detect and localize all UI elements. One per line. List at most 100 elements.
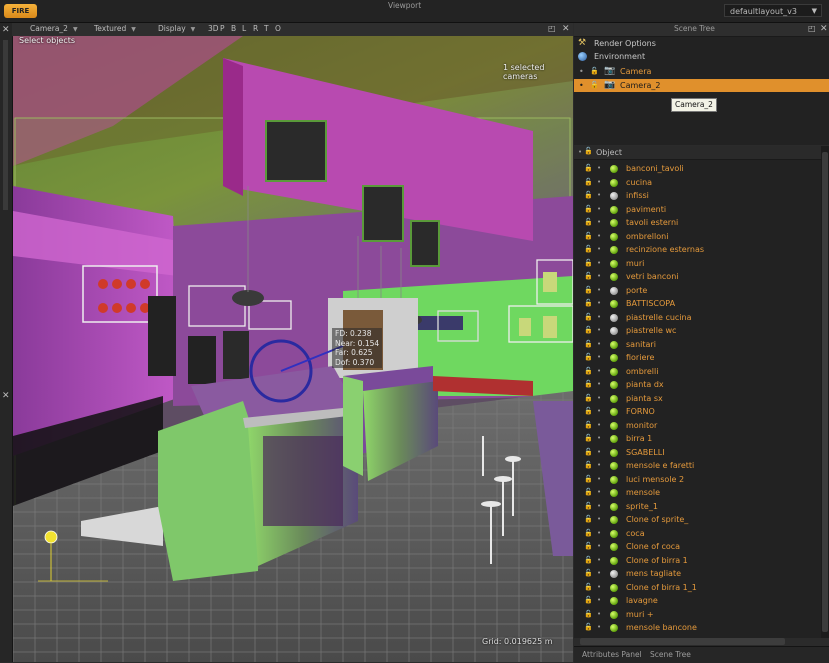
lock-icon[interactable]: 🔓 <box>584 162 593 176</box>
object-row[interactable]: 🔓 • lavagne <box>574 594 821 608</box>
lock-icon[interactable]: 🔓 <box>584 270 593 284</box>
tree-item-camera-2[interactable]: • 🔓 📷 Camera_2 <box>574 79 829 92</box>
object-row[interactable]: 🔓 • FORNO <box>574 405 821 419</box>
lock-icon[interactable]: 🔓 <box>584 243 593 257</box>
object-row[interactable]: 🔓 • mensole e faretti <box>574 459 821 473</box>
fire-render-button[interactable]: FIRE <box>4 4 37 18</box>
lock-icon[interactable]: 🔓 <box>584 540 593 554</box>
tree-item-camera[interactable]: • 🔓 📷 Camera <box>574 65 829 78</box>
lock-icon[interactable]: 🔓 <box>590 65 599 78</box>
object-row[interactable]: 🔓 • cucina <box>574 176 821 190</box>
lock-icon[interactable]: 🔓 <box>584 608 593 622</box>
object-row[interactable]: 🔓 • pianta dx <box>574 378 821 392</box>
tree-item-render-options[interactable]: ⚒ Render Options <box>574 37 829 50</box>
left-dock-scrollbar[interactable] <box>3 40 8 210</box>
lock-icon[interactable]: 🔓 <box>584 176 593 190</box>
object-row[interactable]: 🔓 • muri + <box>574 608 821 622</box>
object-row[interactable]: 🔓 • mens tagliate <box>574 567 821 581</box>
lock-icon[interactable]: 🔓 <box>584 527 593 541</box>
object-row[interactable]: 🔓 • birra 1 <box>574 432 821 446</box>
close-icon[interactable]: ✕ <box>820 25 828 34</box>
object-row[interactable]: 🔓 • piastrelle wc <box>574 324 821 338</box>
object-row[interactable]: 🔓 • ombrelli <box>574 365 821 379</box>
lock-icon[interactable]: 🔓 <box>584 216 593 230</box>
lock-icon[interactable]: 🔓 <box>584 338 593 352</box>
view-left-button[interactable]: L <box>242 24 246 33</box>
object-row[interactable]: 🔓 • mensole bancone <box>574 621 821 635</box>
lock-icon[interactable]: 🔓 <box>584 621 593 635</box>
tab-attributes-panel[interactable]: Attributes Panel <box>582 650 642 659</box>
lock-icon[interactable]: 🔓 <box>584 405 593 419</box>
lock-icon[interactable]: 🔓 <box>584 567 593 581</box>
lock-icon[interactable]: 🔓 <box>584 581 593 595</box>
view-back-button[interactable]: B <box>231 24 236 33</box>
horizontal-scrollbar[interactable] <box>580 638 785 645</box>
lock-icon[interactable]: 🔓 <box>584 432 593 446</box>
lock-icon[interactable]: 🔓 <box>584 473 593 487</box>
object-row[interactable]: 🔓 • pavimenti <box>574 203 821 217</box>
lock-icon[interactable]: 🔓 <box>590 79 599 92</box>
object-row[interactable]: 🔓 • piastrelle cucina <box>574 311 821 325</box>
lock-icon[interactable]: 🔓 <box>584 486 593 500</box>
lock-icon[interactable]: 🔓 <box>584 446 593 460</box>
object-row[interactable]: 🔓 • tavoli esterni <box>574 216 821 230</box>
close-icon[interactable]: ✕ <box>2 392 10 401</box>
tree-item-environment[interactable]: Environment <box>574 50 829 63</box>
float-window-icon[interactable]: ◰ <box>808 24 816 33</box>
lock-icon[interactable]: 🔓 <box>584 419 593 433</box>
lock-icon[interactable]: 🔓 <box>584 500 593 514</box>
lock-icon[interactable]: 🔓 <box>584 297 593 311</box>
object-row[interactable]: 🔓 • pianta sx <box>574 392 821 406</box>
object-row[interactable]: 🔓 • ombrelloni <box>574 230 821 244</box>
view-right-button[interactable]: R <box>253 24 258 33</box>
object-row[interactable]: 🔓 • luci mensole 2 <box>574 473 821 487</box>
object-row[interactable]: 🔓 • Clone of birra 1 <box>574 554 821 568</box>
object-row[interactable]: 🔓 • vetri banconi <box>574 270 821 284</box>
object-row[interactable]: 🔓 • SGABELLI <box>574 446 821 460</box>
object-row[interactable]: 🔓 • Clone of coca <box>574 540 821 554</box>
lock-icon[interactable]: 🔓 <box>584 594 593 608</box>
object-row[interactable]: 🔓 • sprite_1 <box>574 500 821 514</box>
close-icon[interactable]: ✕ <box>562 25 570 34</box>
view-ortho-button[interactable]: O <box>275 24 281 33</box>
view-top-button[interactable]: T <box>264 24 269 33</box>
object-row[interactable]: 🔓 • recinzione esternas <box>574 243 821 257</box>
close-icon[interactable]: ✕ <box>2 26 10 35</box>
object-row[interactable]: 🔓 • sanitari <box>574 338 821 352</box>
object-row[interactable]: 🔓 • coca <box>574 527 821 541</box>
display-menu[interactable]: Display ▼ <box>158 24 195 33</box>
camera-menu[interactable]: Camera_2 ▼ <box>30 24 78 33</box>
tab-scene-tree[interactable]: Scene Tree <box>650 650 691 659</box>
lock-icon[interactable]: 🔓 <box>584 284 593 298</box>
object-row[interactable]: 🔓 • Clone of birra 1_1 <box>574 581 821 595</box>
view-3d-button[interactable]: 3D <box>208 24 219 33</box>
lock-icon[interactable]: 🔓 <box>584 351 593 365</box>
lock-icon[interactable]: 🔓 <box>584 513 593 527</box>
object-row[interactable]: 🔓 • monitor <box>574 419 821 433</box>
layout-select[interactable]: defaultlayout_v3 ▼ <box>724 4 822 17</box>
lock-icon[interactable]: 🔓 <box>584 147 593 155</box>
shading-menu[interactable]: Textured ▼ <box>94 24 136 33</box>
lock-icon[interactable]: 🔓 <box>584 365 593 379</box>
3d-viewport[interactable]: Select objects 1 selected cameras FD: 0.… <box>13 36 573 662</box>
lock-icon[interactable]: 🔓 <box>584 392 593 406</box>
object-row[interactable]: 🔓 • muri <box>574 257 821 271</box>
lock-icon[interactable]: 🔓 <box>584 554 593 568</box>
object-row[interactable]: 🔓 • fioriere <box>574 351 821 365</box>
object-row[interactable]: 🔓 • BATTISCOPA <box>574 297 821 311</box>
view-perspective-button[interactable]: P <box>220 24 225 33</box>
object-row[interactable]: 🔓 • Clone of sprite_ <box>574 513 821 527</box>
object-row[interactable]: 🔓 • infissi <box>574 189 821 203</box>
object-row[interactable]: 🔓 • mensole <box>574 486 821 500</box>
scrollbar-thumb[interactable] <box>822 152 828 632</box>
lock-icon[interactable]: 🔓 <box>584 203 593 217</box>
lock-icon[interactable]: 🔓 <box>584 189 593 203</box>
float-window-icon[interactable]: ◰ <box>548 24 556 33</box>
lock-icon[interactable]: 🔓 <box>584 230 593 244</box>
lock-icon[interactable]: 🔓 <box>584 459 593 473</box>
lock-icon[interactable]: 🔓 <box>584 378 593 392</box>
lock-icon[interactable]: 🔓 <box>584 311 593 325</box>
object-row[interactable]: 🔓 • banconi_tavoli <box>574 162 821 176</box>
object-row[interactable]: 🔓 • porte <box>574 284 821 298</box>
lock-icon[interactable]: 🔓 <box>584 324 593 338</box>
